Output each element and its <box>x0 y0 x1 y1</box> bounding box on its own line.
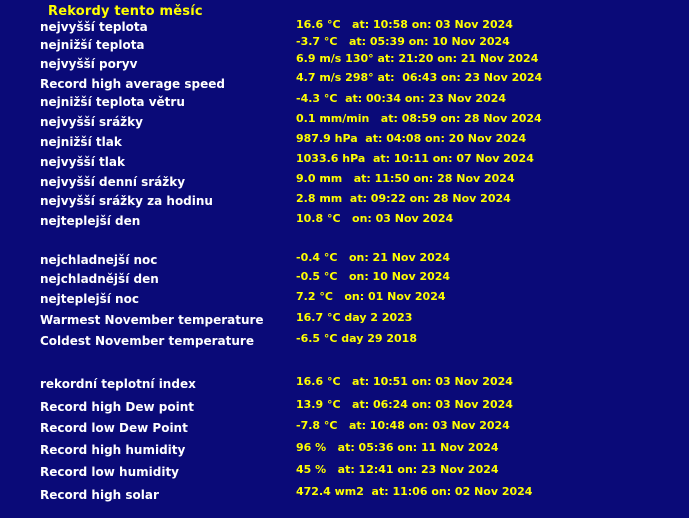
record-label: rekordní teplotní index <box>40 377 196 391</box>
record-value: 16.6 °C at: 10:58 on: 03 Nov 2024 <box>296 18 513 31</box>
record-value: 16.7 °C day 2 2023 <box>296 311 413 324</box>
record-value: 10.8 °C on: 03 Nov 2024 <box>296 212 454 225</box>
record-value: 0.1 mm/min at: 08:59 on: 28 Nov 2024 <box>296 112 542 125</box>
record-value: 1033.6 hPa at: 10:11 on: 07 Nov 2024 <box>296 152 534 165</box>
record-row: nejvyšší tlak 1033.6 hPa at: 10:11 on: 0… <box>0 152 689 169</box>
record-value: 6.9 m/s 130° at: 21:20 on: 21 Nov 2024 <box>296 52 539 65</box>
record-label: nejnižší teplota větru <box>40 95 185 109</box>
record-label: Warmest November temperature <box>40 313 264 327</box>
record-row: Warmest November temperature 16.7 °C day… <box>0 311 689 328</box>
record-label: nejvyšší denní srážky <box>40 175 186 189</box>
record-row: Record high Dew point 13.9 °C at: 06:24 … <box>0 398 689 415</box>
record-value: -4.3 °C at: 00:34 on: 23 Nov 2024 <box>296 92 506 105</box>
record-value: 7.2 °C on: 01 Nov 2024 <box>296 290 446 303</box>
record-label: nejteplejší den <box>40 214 141 228</box>
record-value: 987.9 hPa at: 04:08 on: 20 Nov 2024 <box>296 132 527 145</box>
record-row: nejteplejší noc 7.2 °C on: 01 Nov 2024 <box>0 290 689 307</box>
record-label: nejteplejší noc <box>40 292 139 306</box>
record-value: 45 % at: 12:41 on: 23 Nov 2024 <box>296 463 499 476</box>
record-value: 2.8 mm at: 09:22 on: 28 Nov 2024 <box>296 192 511 205</box>
record-row: nejchladnejší noc -0.4 °C on: 21 Nov 202… <box>0 251 689 268</box>
record-row: nejteplejší den 10.8 °C on: 03 Nov 2024 <box>0 212 689 229</box>
record-row: rekordní teplotní index 16.6 °C at: 10:5… <box>0 375 689 392</box>
record-row: Coldest November temperature -6.5 °C day… <box>0 332 689 349</box>
records-page: Rekordy tento měsíc nejvyšší teplota 16.… <box>0 0 689 518</box>
record-label: nejvyšší tlak <box>40 155 125 169</box>
record-label: nejnižší tlak <box>40 135 122 149</box>
record-value: -0.4 °C on: 21 Nov 2024 <box>296 251 451 264</box>
record-value: -0.5 °C on: 10 Nov 2024 <box>296 270 451 283</box>
record-row: nejvyšší teplota 16.6 °C at: 10:58 on: 0… <box>0 18 689 34</box>
record-row: Record high average speed 4.7 m/s 298° a… <box>0 71 689 91</box>
record-value: 4.7 m/s 298° at: 06:43 on: 23 Nov 2024 <box>296 71 543 84</box>
record-label: Record high humidity <box>40 443 186 457</box>
record-row: nejchladnější den -0.5 °C on: 10 Nov 202… <box>0 270 689 287</box>
record-value: -3.7 °C at: 05:39 on: 10 Nov 2024 <box>296 35 510 48</box>
record-row: Record low Dew Point -7.8 °C at: 10:48 o… <box>0 419 689 436</box>
record-row: nejvyšší denní srážky 9.0 mm at: 11:50 o… <box>0 172 689 189</box>
record-label: nejnižší teplota <box>40 38 145 52</box>
record-value: 16.6 °C at: 10:51 on: 03 Nov 2024 <box>296 375 513 388</box>
record-label: Coldest November temperature <box>40 334 254 348</box>
record-row: nejvyšší poryv 6.9 m/s 130° at: 21:20 on… <box>0 52 689 72</box>
record-row: nejnižší teplota -3.7 °C at: 05:39 on: 1… <box>0 35 689 53</box>
record-label: nejchladnejší noc <box>40 253 158 267</box>
record-label: nejvyšší srážky <box>40 115 143 129</box>
record-row: nejnižší teplota větru -4.3 °C at: 00:34… <box>0 92 689 110</box>
record-row: Record high humidity 96 % at: 05:36 on: … <box>0 441 689 458</box>
page-title: Rekordy tento měsíc <box>48 4 203 19</box>
record-row: Record low humidity 45 % at: 12:41 on: 2… <box>0 463 689 480</box>
record-label: nejchladnější den <box>40 272 159 286</box>
record-label: nejvyšší teplota <box>40 20 148 34</box>
record-label: nejvyšší poryv <box>40 57 138 71</box>
record-row: nejvyšší srážky za hodinu 2.8 mm at: 09:… <box>0 192 689 209</box>
record-row: nejvyšší srážky 0.1 mm/min at: 08:59 on:… <box>0 112 689 129</box>
record-value: -7.8 °C at: 10:48 on: 03 Nov 2024 <box>296 419 510 432</box>
record-label: Record high solar <box>40 488 159 502</box>
record-label: Record high average speed <box>40 77 225 91</box>
record-label: Record high Dew point <box>40 400 194 414</box>
record-label: nejvyšší srážky za hodinu <box>40 194 213 208</box>
record-value: 13.9 °C at: 06:24 on: 03 Nov 2024 <box>296 398 513 411</box>
record-label: Record low Dew Point <box>40 421 188 435</box>
record-value: 96 % at: 05:36 on: 11 Nov 2024 <box>296 441 499 454</box>
record-row: nejnižší tlak 987.9 hPa at: 04:08 on: 20… <box>0 132 689 149</box>
record-value: 472.4 wm2 at: 11:06 on: 02 Nov 2024 <box>296 485 533 498</box>
record-value: -6.5 °C day 29 2018 <box>296 332 417 345</box>
record-label: Record low humidity <box>40 465 180 479</box>
record-value: 9.0 mm at: 11:50 on: 28 Nov 2024 <box>296 172 515 185</box>
record-row: Record high solar 472.4 wm2 at: 11:06 on… <box>0 485 689 503</box>
